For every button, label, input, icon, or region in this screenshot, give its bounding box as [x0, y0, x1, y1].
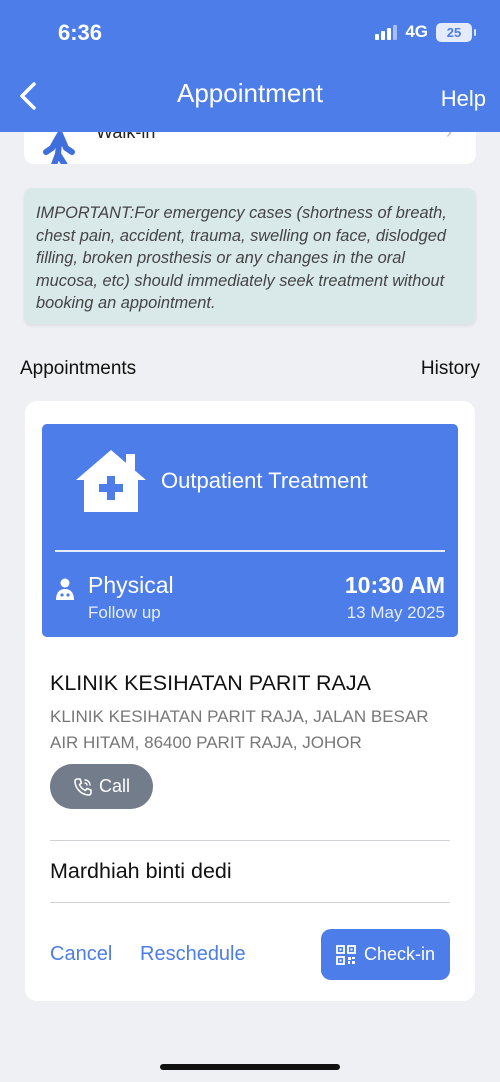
qr-code-icon — [336, 944, 356, 965]
treatment-type: Outpatient Treatment — [161, 468, 368, 493]
home-indicator — [160, 1064, 340, 1070]
emergency-notice: IMPORTANT:For emergency cases (shortness… — [24, 188, 476, 324]
divider — [50, 902, 450, 903]
help-link[interactable]: Help — [441, 86, 486, 112]
signal-icon — [375, 24, 398, 40]
panel-divider — [55, 550, 445, 552]
clinic-house-icon — [76, 450, 146, 512]
call-label: Call — [98, 776, 130, 796]
checkin-label: Check-in — [363, 944, 436, 964]
reschedule-button[interactable]: Reschedule — [140, 943, 246, 966]
appointment-mode: Physical — [88, 572, 174, 598]
appointments-heading: Appointments — [20, 358, 137, 379]
page-title: Appointment — [177, 78, 323, 108]
appointment-summary-panel: Outpatient Treatment Physical Follow up … — [42, 424, 458, 637]
network-label: 4G — [405, 22, 428, 41]
battery-icon: 25 — [436, 22, 476, 42]
cancel-button[interactable]: Cancel — [50, 943, 112, 966]
visit-type: Follow up — [88, 603, 161, 622]
history-link[interactable]: History — [421, 358, 480, 380]
doctor-icon — [56, 578, 74, 600]
clinic-address: KLINIK KESIHATAN PARIT RAJA, JALAN BESAR… — [50, 707, 429, 752]
appointment-card: Outpatient Treatment Physical Follow up … — [25, 401, 475, 1001]
checkin-button[interactable]: Check-in — [321, 929, 450, 980]
status-indicators: 4G 25 — [375, 22, 476, 42]
divider — [50, 840, 450, 841]
call-button[interactable]: Call — [50, 764, 153, 809]
appointment-time: 10:30 AM — [344, 572, 445, 598]
app-header: 6:36 4G 25 Appointment Help — [0, 0, 500, 132]
appointment-date: 13 May 2025 — [346, 603, 445, 622]
battery-level: 25 — [446, 24, 462, 40]
patient-name: Mardhiah binti dedi — [50, 859, 232, 883]
phone-icon — [74, 777, 92, 796]
clinic-name: KLINIK KESIHATAN PARIT RAJA — [50, 671, 371, 695]
status-time: 6:36 — [58, 20, 103, 45]
